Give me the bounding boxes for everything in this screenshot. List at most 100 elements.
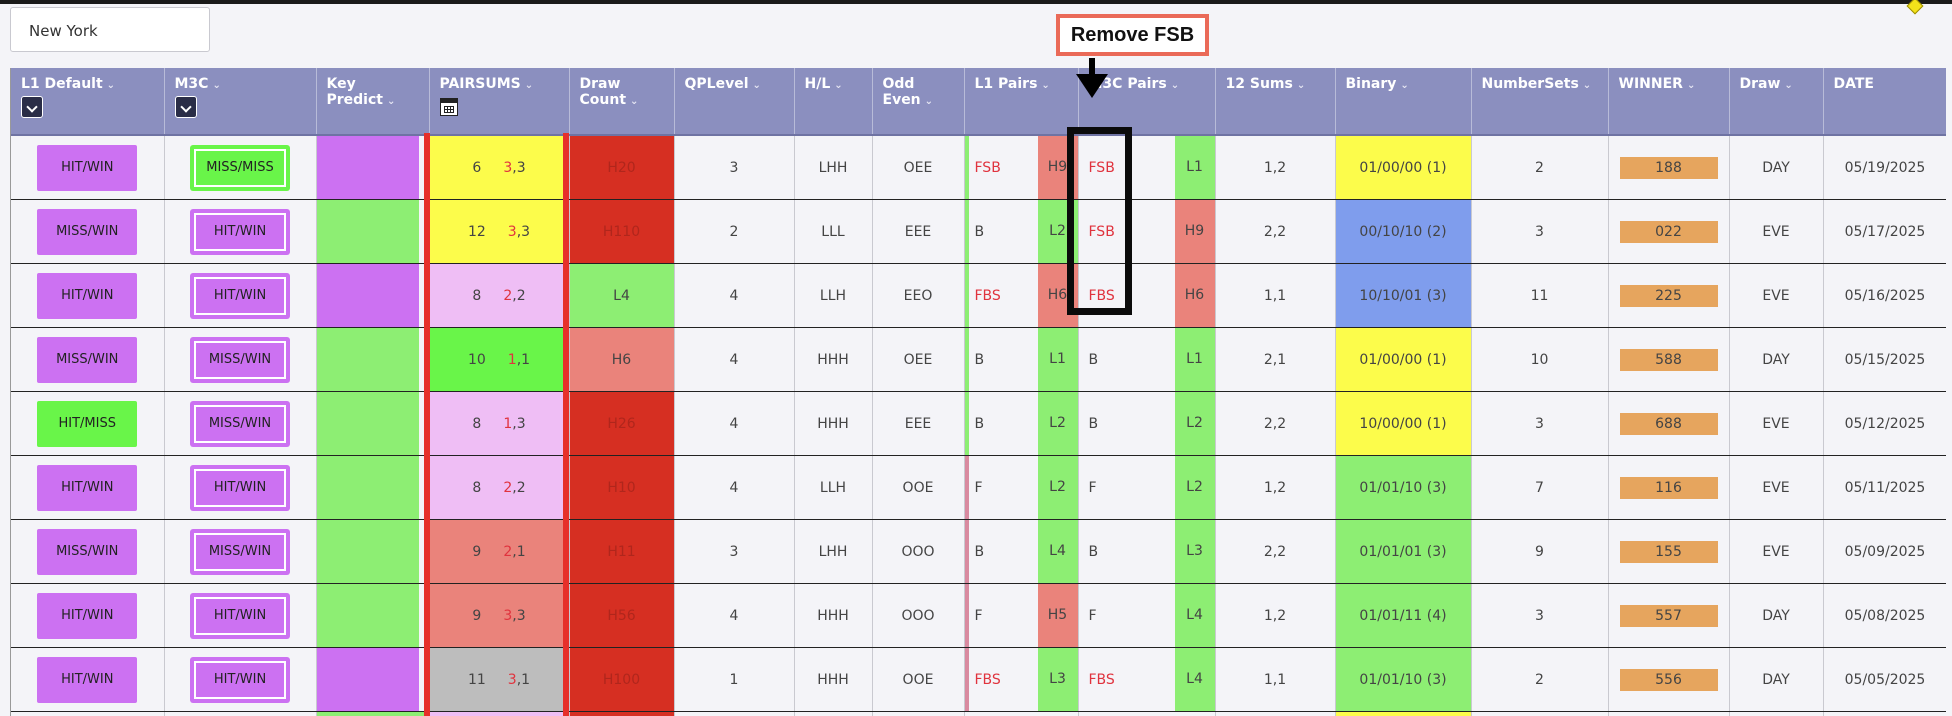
chevron-down-icon[interactable]: ⌄ [1687, 80, 1695, 91]
l1-default-cell: HIT/WIN [11, 263, 165, 328]
l1-default-badge[interactable]: HIT/WIN [37, 656, 138, 703]
pairsum-total: 12 [467, 223, 486, 240]
chevron-down-icon[interactable]: ⌄ [630, 96, 638, 107]
column-header[interactable]: Key Predict ⌄ [316, 68, 430, 136]
m3c-badge[interactable]: HIT/WIN [190, 464, 290, 511]
pairsums-values: 8 1,3 [430, 416, 569, 432]
column-header[interactable]: Draw Count ⌄ [569, 68, 675, 136]
chevron-down-icon[interactable]: ⌄ [1297, 80, 1305, 91]
l1-pair-level: L2 [1037, 456, 1078, 519]
odd-even-cell: OOE [872, 455, 965, 520]
key-predict-cell[interactable] [316, 519, 430, 584]
m3c-badge[interactable]: MISS/MISS [190, 144, 290, 191]
key-predict-cell[interactable] [316, 199, 430, 264]
number-sets-cell: 2 [1471, 647, 1609, 712]
table-row: MISS/WIN HIT/WIN 12 3,3 H110 2 LLL EEE B L2 FSB H9 2… [11, 199, 1946, 264]
pairsum-pair: 2,2 [503, 480, 525, 496]
column-header[interactable]: QPLevel ⌄ [674, 68, 795, 136]
pairsum-first: 1 [507, 351, 517, 368]
table-cell [11, 711, 165, 716]
pairsums-values: 11 3,1 [430, 672, 569, 688]
pairsum-pair: 2,2 [503, 288, 525, 304]
chevron-down-icon[interactable]: ⌄ [212, 80, 220, 91]
twelve-sums-cell: 2,1 [1215, 327, 1336, 392]
table-row: HIT/MISS MISS/WIN 8 1,3 H26 4 HHH EEE B L2 B L2 2,2 1… [11, 391, 1946, 456]
table-cell [1215, 711, 1336, 716]
chevron-down-icon[interactable]: ⌄ [834, 80, 842, 91]
column-header[interactable]: 12 Sums ⌄ [1215, 68, 1336, 136]
winner-cell: 588 [1608, 327, 1730, 392]
pairsum-first: 2 [503, 287, 513, 304]
m3c-badge[interactable]: HIT/WIN [190, 592, 290, 639]
key-predict-cell[interactable] [316, 135, 430, 200]
filter-select-toggle[interactable] [21, 96, 43, 118]
winner-cell: 225 [1608, 263, 1730, 328]
chevron-down-icon[interactable]: ⌄ [107, 80, 115, 91]
l1-pairs-cell: FSB H9 [964, 135, 1079, 200]
chevron-down-icon[interactable]: ⌄ [925, 96, 933, 107]
l1-default-badge[interactable]: MISS/WIN [37, 336, 138, 383]
m3c-badge[interactable]: MISS/WIN [190, 528, 290, 575]
calendar-icon[interactable] [439, 98, 458, 116]
key-predict-cell[interactable] [316, 327, 430, 392]
column-header[interactable]: Binary ⌄ [1335, 68, 1472, 136]
m3c-badge[interactable]: HIT/WIN [190, 272, 290, 319]
column-header[interactable]: WINNER ⌄ [1608, 68, 1730, 136]
m3c-badge[interactable]: MISS/WIN [190, 400, 290, 447]
l1-default-badge[interactable]: HIT/WIN [37, 592, 138, 639]
chevron-down-icon[interactable]: ⌄ [1400, 80, 1408, 91]
column-header[interactable]: L1 Pairs ⌄ [964, 68, 1079, 136]
l1-default-badge[interactable]: HIT/WIN [37, 272, 138, 319]
l1-default-badge[interactable]: HIT/MISS [37, 400, 138, 447]
l1-default-badge[interactable]: MISS/WIN [37, 208, 138, 255]
key-predict-cell[interactable] [316, 263, 430, 328]
l1-default-badge[interactable]: HIT/WIN [37, 464, 138, 511]
column-header[interactable]: PAIRSUMS ⌄ [429, 68, 570, 136]
location-select[interactable]: New York [10, 7, 210, 52]
chevron-down-icon[interactable]: ⌄ [1583, 80, 1591, 91]
twelve-sums-cell: 1,1 [1215, 263, 1336, 328]
chevron-down-icon[interactable]: ⌄ [387, 96, 395, 107]
m3c-badge[interactable]: HIT/WIN [190, 656, 290, 703]
filter-select-toggle[interactable] [174, 96, 197, 118]
draw-time-cell: EVE [1729, 263, 1824, 328]
column-header[interactable]: NumberSets ⌄ [1471, 68, 1609, 136]
pairsum-first: 2 [503, 479, 513, 496]
l1-default-cell: HIT/WIN [11, 583, 165, 648]
pairsum-first: 2 [503, 543, 513, 560]
chevron-down-icon[interactable]: ⌄ [525, 80, 533, 91]
pairsum-total: 9 [472, 607, 482, 624]
twelve-sums-cell: 2,2 [1215, 519, 1336, 584]
column-header[interactable]: Odd Even ⌄ [872, 68, 965, 136]
number-sets-cell: 2 [1471, 135, 1609, 200]
column-header[interactable]: M3C ⌄ [164, 68, 317, 136]
winner-cell: 155 [1608, 519, 1730, 584]
m3c-cell: MISS/WIN [164, 391, 317, 456]
column-header[interactable]: Draw ⌄ [1729, 68, 1824, 136]
winner-badge: 225 [1619, 284, 1718, 307]
key-predict-cell[interactable] [316, 391, 430, 456]
column-header[interactable]: H/L ⌄ [794, 68, 873, 136]
key-predict-cell[interactable] [316, 455, 430, 520]
l1-default-badge[interactable]: HIT/WIN [37, 144, 138, 191]
m3c-pairs-split: B L2 [1079, 392, 1215, 455]
draw-time-cell: EVE [1729, 455, 1824, 520]
key-predict-cell[interactable] [316, 583, 430, 648]
pairsum-pair: 2,1 [503, 544, 525, 560]
column-header[interactable]: L1 Default ⌄ [11, 68, 165, 136]
draw-count-cell: H10 [569, 455, 675, 520]
l1-default-badge[interactable]: MISS/WIN [37, 528, 138, 575]
l1-pairs-split: FSB H9 [965, 136, 1078, 199]
m3c-badge[interactable]: HIT/WIN [190, 208, 290, 255]
chevron-down-icon[interactable]: ⌄ [1171, 80, 1179, 91]
chevron-down-icon[interactable]: ⌄ [1041, 80, 1049, 91]
column-header[interactable]: DATE [1823, 68, 1946, 136]
pairsums-cell: 11 3,1 [429, 647, 570, 712]
winner-cell: 022 [1608, 199, 1730, 264]
m3c-badge[interactable]: MISS/WIN [190, 336, 290, 383]
chevron-down-icon[interactable]: ⌄ [1784, 80, 1792, 91]
pairsum-first: 3 [507, 671, 517, 688]
key-predict-cell[interactable] [316, 647, 430, 712]
chevron-down-icon[interactable]: ⌄ [753, 80, 761, 91]
m3c-pair-level: L1 [1174, 328, 1215, 391]
